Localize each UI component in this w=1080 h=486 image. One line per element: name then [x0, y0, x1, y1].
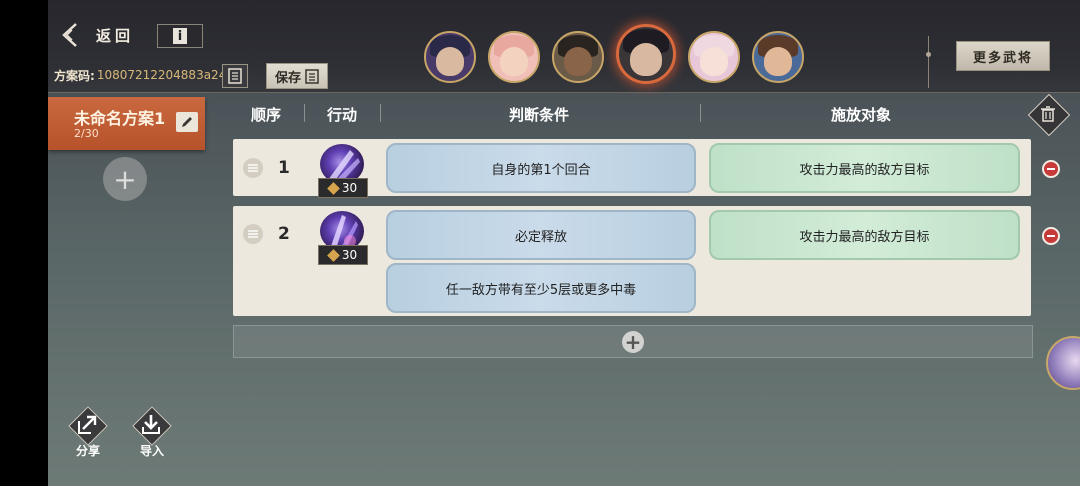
back-button[interactable]: 返回: [60, 22, 152, 48]
document-icon: [228, 68, 242, 84]
drag-handle-icon[interactable]: [243, 158, 263, 178]
target-pill[interactable]: 攻击力最高的敌方目标: [709, 210, 1020, 260]
plan-code-label: 方案码:: [54, 68, 95, 83]
target-pill[interactable]: 攻击力最高的敌方目标: [709, 143, 1020, 193]
hero-face: [629, 43, 663, 76]
topbar-divider: [928, 36, 929, 88]
add-action-button[interactable]: +: [233, 325, 1033, 358]
hero-face: [763, 47, 793, 77]
drag-handle-icon[interactable]: [243, 224, 263, 244]
info-button[interactable]: i: [157, 24, 203, 48]
back-arrow-icon: [62, 23, 77, 47]
back-label: 返回: [96, 26, 135, 45]
header-divider: [304, 104, 305, 122]
hero-portrait-2[interactable]: [488, 31, 540, 83]
header-action: 行动: [327, 106, 358, 124]
save-button[interactable]: 保存: [266, 63, 328, 89]
info-icon: i: [173, 28, 187, 44]
target-text: 攻击力最高的敌方目标: [799, 162, 930, 178]
skill-cost-value: 30: [341, 181, 358, 195]
add-plan-button[interactable]: +: [103, 157, 147, 201]
header-target: 施放对象: [831, 106, 892, 124]
header-divider: [380, 104, 381, 122]
trash-icon: [1041, 106, 1055, 122]
energy-gem-icon: [326, 248, 340, 262]
condition-text: 自身的第1个回合: [491, 162, 591, 178]
condition-text: 必定释放: [514, 229, 567, 245]
row-order: 2: [278, 224, 290, 244]
pencil-icon: [182, 117, 192, 127]
plan-card[interactable]: 未命名方案1 2/30: [48, 97, 205, 150]
header-order: 顺序: [251, 106, 282, 124]
skill-cost-value: 30: [341, 248, 358, 262]
skill-icon[interactable]: 30: [318, 144, 368, 200]
condition-pill[interactable]: 任一敌方带有至少5层或更多中毒: [386, 263, 696, 313]
import-icon: [142, 415, 160, 434]
topbar-divider-dot: [926, 52, 931, 57]
plus-circle-icon: +: [622, 330, 644, 353]
condition-pill[interactable]: 自身的第1个回合: [386, 143, 696, 193]
hero-face: [699, 47, 729, 77]
condition-pill[interactable]: 必定释放: [386, 210, 696, 260]
table-row: 1 30 自身的第1个回合 攻击力最高的敌方目标: [233, 139, 1031, 198]
hero-portrait-1[interactable]: [424, 31, 476, 83]
condition-text: 任一敌方带有至少5层或更多中毒: [445, 282, 637, 298]
table-header: 顺序 行动 判断条件 施放对象: [233, 96, 1033, 130]
share-icon: [78, 415, 97, 434]
floating-assistant-avatar[interactable]: [1046, 336, 1080, 390]
remove-row-button[interactable]: [1042, 160, 1060, 178]
hero-portrait-3[interactable]: [552, 31, 604, 83]
skill-cost: 30: [318, 245, 368, 265]
hero-portrait-5[interactable]: [688, 31, 740, 83]
hero-selector: [424, 24, 816, 86]
more-heroes-button[interactable]: 更多武将: [956, 41, 1050, 71]
hero-face: [563, 47, 593, 77]
skill-cost: 30: [318, 178, 368, 198]
header-condition: 判断条件: [509, 106, 570, 124]
plan-code: 方案码: 10807212204883a24: [54, 66, 226, 84]
remove-row-button[interactable]: [1042, 227, 1060, 245]
share-label: 分享: [75, 444, 100, 458]
plus-icon: +: [113, 162, 137, 196]
strategy-screen: 返回 i 方案码: 10807212204883a24 保存 更多武将 未命名方…: [48, 0, 1080, 486]
hero-face: [499, 47, 529, 77]
skill-icon[interactable]: 30: [318, 211, 368, 267]
save-document-icon: [305, 68, 319, 84]
energy-gem-icon: [326, 181, 340, 195]
plan-code-value: 10807212204883a24: [96, 68, 227, 82]
import-button[interactable]: 导入: [130, 406, 174, 460]
import-label: 导入: [139, 444, 164, 458]
target-text: 攻击力最高的敌方目标: [799, 229, 930, 245]
hero-portrait-6[interactable]: [752, 31, 804, 83]
save-label: 保存: [274, 70, 301, 86]
plan-count: 2/30: [74, 127, 99, 140]
share-button[interactable]: 分享: [66, 406, 110, 460]
edit-plan-button[interactable]: [176, 112, 198, 132]
top-bar: 返回 i 方案码: 10807212204883a24 保存 更多武将: [48, 0, 1080, 93]
copy-code-button[interactable]: [222, 64, 248, 88]
hero-face: [435, 47, 465, 77]
table-row: 2 30 必定释放 攻击力最高的敌方目标 任一敌方带有至少5层或更多中毒: [233, 206, 1031, 316]
plan-name: 未命名方案1: [74, 109, 166, 128]
hero-portrait-4[interactable]: [616, 24, 676, 84]
header-divider: [700, 104, 701, 122]
row-order: 1: [278, 158, 290, 178]
